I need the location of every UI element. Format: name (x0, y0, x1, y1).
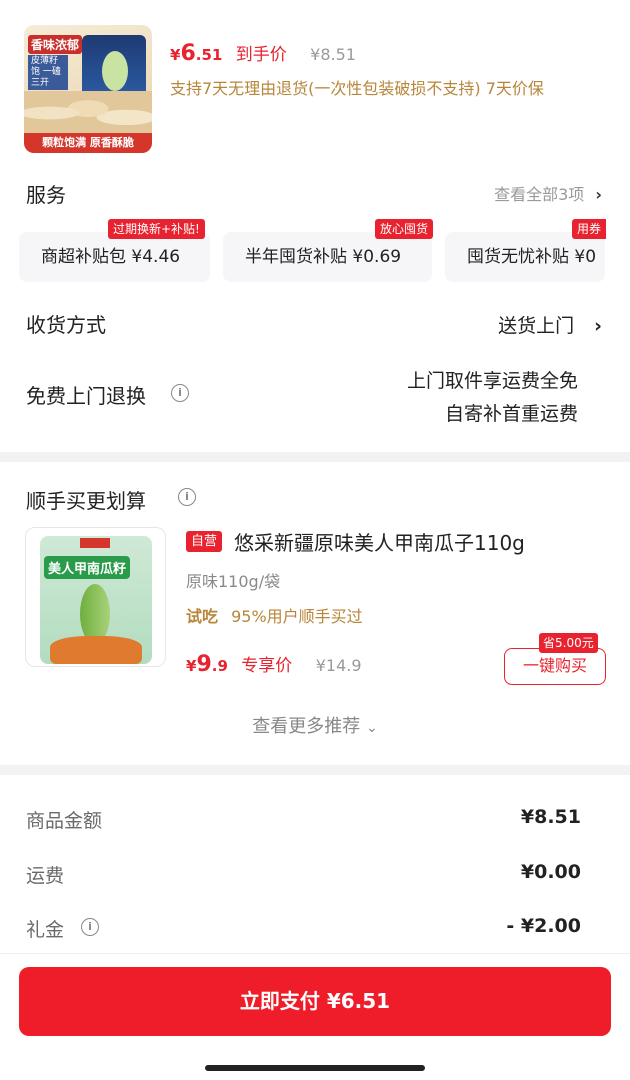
price-currency: ¥ (170, 46, 181, 64)
rec-price-currency: ¥ (186, 657, 197, 675)
bottom-divider (0, 953, 630, 954)
freight-label: 运费 (26, 865, 65, 887)
shipping-value: 送货上门 (498, 315, 575, 337)
thumb-tag: 香味浓郁 (28, 35, 83, 54)
service-badge-2: 放心囤货 (375, 219, 434, 239)
recommend-title: 顺手买更划算 (26, 489, 146, 513)
home-indicator (205, 1065, 425, 1071)
seed-pack-image: 美人甲南瓜籽 (40, 536, 152, 664)
gift-label: 礼金 (26, 919, 65, 941)
recommend-price-line: ¥9.9 专享价 ¥14.9 (186, 651, 362, 677)
price-label: 到手价 (235, 45, 287, 65)
pack-title: 美人甲南瓜籽 (44, 556, 131, 579)
save-badge: 省5.00元 (539, 633, 598, 653)
thumb-subtag: 皮薄籽饱 一磕三开 (28, 55, 68, 90)
service-more-link[interactable]: 查看全部3项 › (494, 181, 602, 205)
product-thumbnail[interactable]: 香味浓郁 皮薄籽饱 一磕三开 颗粒饱满 原香酥脆 (24, 25, 152, 153)
service-card-name: 半年囤货补贴 (245, 247, 347, 267)
rec-price-int: 9 (196, 652, 212, 677)
service-card-3[interactable]: 囤货无忧补贴 ¥0 (445, 232, 605, 282)
pay-now-button[interactable]: 立即支付 ¥6.51 (19, 967, 611, 1036)
return-label: 免费上门退换 (26, 384, 146, 408)
info-icon[interactable]: i (178, 488, 196, 506)
seeds-image (24, 91, 152, 135)
price-int: 6 (180, 41, 196, 66)
rec-price-label: 专享价 (241, 656, 293, 676)
recommend-thumbnail[interactable]: 美人甲南瓜籽 (25, 527, 166, 667)
product-price-line: ¥6.51 到手价 ¥8.51 (170, 40, 356, 66)
service-card-price: ¥4.46 (131, 247, 181, 267)
trial-text: 95%用户顺手买过 (231, 607, 363, 626)
rec-original-price: ¥14.9 (315, 656, 362, 675)
freight-value: ¥0.00 (520, 861, 581, 883)
chevron-down-icon: ⌄ (366, 720, 378, 736)
chevron-right-icon: › (595, 185, 602, 204)
rec-price-dec: .9 (211, 657, 228, 675)
service-title: 服务 (26, 183, 66, 207)
seed-image (80, 584, 110, 644)
service-card-1[interactable]: 商超补贴包 ¥4.46 (19, 232, 210, 282)
recommend-spec: 原味110g/袋 (186, 572, 281, 591)
section-divider (0, 452, 630, 462)
return-line-1: 上门取件享运费全免 (406, 370, 578, 392)
goods-amount-label: 商品金额 (26, 810, 103, 832)
chevron-right-icon: › (594, 315, 602, 337)
self-operated-tag: 自营 (186, 531, 223, 552)
recommend-name[interactable]: 悠采新疆原味美人甲南瓜子110g (234, 527, 525, 556)
service-badge-1: 过期换新+补贴! (108, 219, 205, 239)
brand-logo (80, 538, 110, 548)
service-badge-3: 用券 (572, 219, 607, 239)
service-card-2[interactable]: 半年囤货补贴 ¥0.69 (223, 232, 432, 282)
shipping-label: 收货方式 (26, 313, 106, 337)
goods-amount-value: ¥8.51 (520, 806, 581, 828)
service-card-name: 商超补贴包 (41, 247, 126, 267)
service-card-price: ¥0 (574, 247, 597, 267)
return-line-2: 自寄补首重运费 (444, 403, 578, 425)
shipping-method-selector[interactable]: 送货上门 › (498, 311, 602, 338)
original-price: ¥8.51 (310, 45, 356, 64)
trial-label: 试吃 (186, 607, 219, 626)
pumpkin-image (50, 636, 142, 664)
service-more-label: 查看全部3项 (494, 185, 585, 204)
section-divider (0, 765, 630, 775)
info-icon[interactable]: i (81, 918, 99, 936)
price-dec: .51 (195, 46, 223, 64)
service-card-price: ¥0.69 (352, 247, 402, 267)
service-card-name: 囤货无忧补贴 (467, 247, 569, 267)
recommend-trial: 试吃 95%用户顺手买过 (186, 603, 363, 627)
one-click-buy-button[interactable]: 一键购买 (504, 648, 606, 685)
gift-value: - ¥2.00 (506, 915, 581, 937)
thumb-band: 颗粒饱满 原香酥脆 (24, 133, 152, 153)
info-icon[interactable]: i (171, 384, 189, 402)
more-recommend-link[interactable]: 查看更多推荐 ⌄ (0, 712, 630, 738)
more-recommend-label: 查看更多推荐 (252, 716, 361, 737)
return-policy: 支持7天无理由退货(一次性包装破损不支持) 7天价保 (170, 79, 544, 98)
